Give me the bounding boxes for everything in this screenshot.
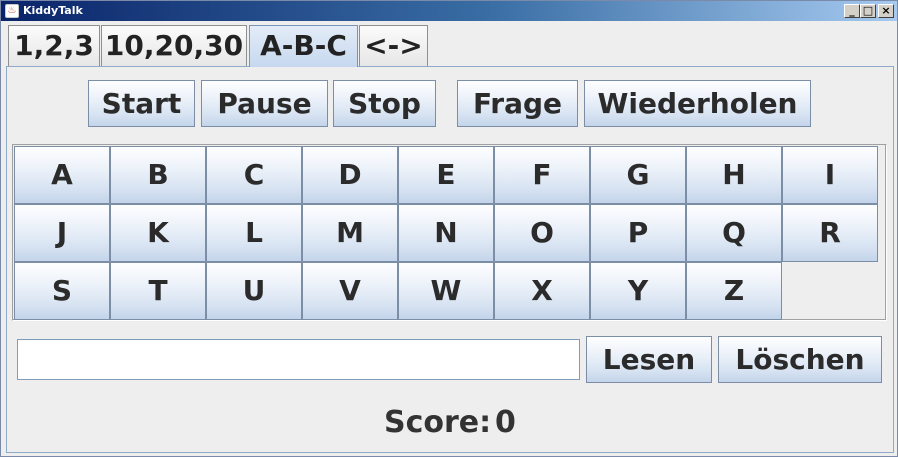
letter-key-e[interactable]: E	[398, 146, 494, 204]
repeat-button[interactable]: Wiederholen	[584, 80, 811, 127]
letter-key-n[interactable]: N	[398, 204, 494, 262]
letter-key-m[interactable]: M	[302, 204, 398, 262]
letter-key-c[interactable]: C	[206, 146, 302, 204]
letter-key-k[interactable]: K	[110, 204, 206, 262]
start-button[interactable]: Start	[88, 80, 195, 127]
letter-key-l[interactable]: L	[206, 204, 302, 262]
letter-key-z[interactable]: Z	[686, 262, 782, 320]
letter-key-u[interactable]: U	[206, 262, 302, 320]
score-label: Score:	[384, 405, 492, 440]
letter-key-y[interactable]: Y	[590, 262, 686, 320]
letter-key-a[interactable]: A	[14, 146, 110, 204]
tab-numbers-tens[interactable]: 10,20,30	[101, 25, 247, 67]
answer-input[interactable]	[17, 339, 580, 380]
letter-key-r[interactable]: R	[782, 204, 878, 262]
maximize-button[interactable]: □	[860, 4, 876, 18]
score-value: 0	[495, 405, 516, 440]
letter-key-b[interactable]: B	[110, 146, 206, 204]
letter-key-p[interactable]: P	[590, 204, 686, 262]
letter-key-q[interactable]: Q	[686, 204, 782, 262]
title-bar[interactable]: ♨ KiddyTalk _ □ ×	[1, 1, 897, 21]
letter-key-w[interactable]: W	[398, 262, 494, 320]
letter-key-t[interactable]: T	[110, 262, 206, 320]
window-title: KiddyTalk	[23, 4, 83, 17]
question-button[interactable]: Frage	[457, 80, 578, 127]
letter-key-o[interactable]: O	[494, 204, 590, 262]
app-window: ♨ KiddyTalk _ □ × 1,2,3 10,20,30 A-B-C <…	[0, 0, 898, 457]
tab-numbers-small[interactable]: 1,2,3	[8, 25, 100, 67]
letter-key-h[interactable]: H	[686, 146, 782, 204]
pause-button[interactable]: Pause	[201, 80, 328, 127]
tab-arrows[interactable]: <->	[359, 25, 428, 67]
letter-key-i[interactable]: I	[782, 146, 878, 204]
letter-key-j[interactable]: J	[14, 204, 110, 262]
read-button[interactable]: Lesen	[586, 336, 712, 383]
stop-button[interactable]: Stop	[333, 80, 436, 127]
tab-alphabet[interactable]: A-B-C	[249, 25, 358, 67]
letter-key-x[interactable]: X	[494, 262, 590, 320]
clear-button[interactable]: Löschen	[718, 336, 882, 383]
letter-key-v[interactable]: V	[302, 262, 398, 320]
letter-key-d[interactable]: D	[302, 146, 398, 204]
close-button[interactable]: ×	[878, 4, 894, 18]
letter-key-g[interactable]: G	[590, 146, 686, 204]
letter-key-f[interactable]: F	[494, 146, 590, 204]
letter-key-s[interactable]: S	[14, 262, 110, 320]
minimize-button[interactable]: _	[844, 4, 860, 18]
java-cup-icon: ♨	[5, 4, 19, 18]
